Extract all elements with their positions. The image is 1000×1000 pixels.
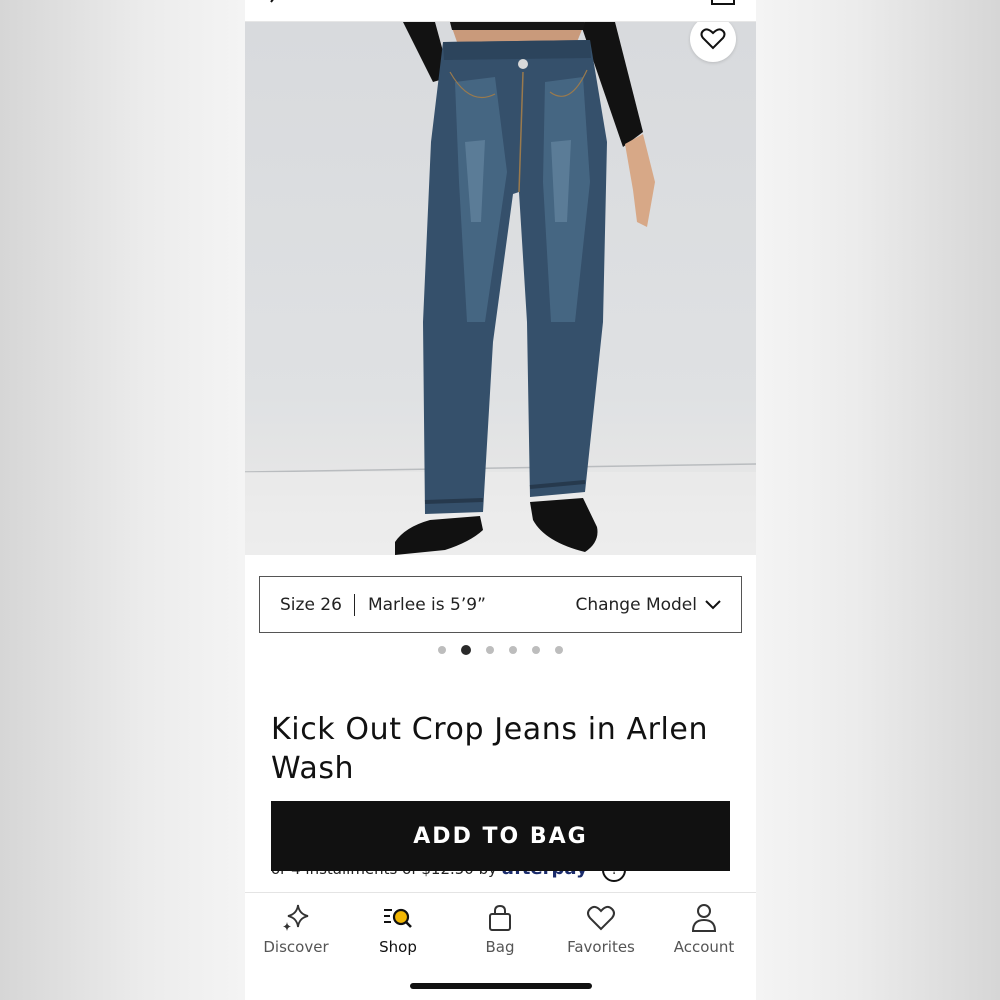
tab-account[interactable]: Account [654, 901, 754, 965]
shop-search-icon [384, 908, 412, 928]
tab-bag-label: Bag [485, 938, 515, 956]
model-info-bar: Size 26 Marlee is 5’9” Change Model [259, 576, 742, 633]
heart-outline-icon [700, 28, 726, 50]
header-bag-icon[interactable] [710, 0, 736, 6]
tab-discover[interactable]: Discover [246, 901, 346, 965]
product-photo [245, 22, 756, 555]
phone-screen: Size 26 Marlee is 5’9” Change Model Kick… [245, 0, 756, 1000]
tab-favorites[interactable]: Favorites [551, 901, 651, 965]
tab-shop[interactable]: Shop [348, 901, 448, 965]
tab-discover-label: Discover [263, 938, 329, 956]
sparkle-icon [283, 904, 309, 931]
person-icon [691, 904, 717, 932]
home-indicator [410, 983, 592, 989]
tab-bag[interactable]: Bag [450, 901, 550, 965]
back-arrow-icon[interactable] [263, 0, 279, 6]
carousel-dot[interactable] [438, 646, 446, 654]
carousel-dot[interactable] [555, 646, 563, 654]
heart-icon [587, 905, 615, 930]
change-model-label: Change Model [575, 594, 697, 615]
carousel-dot[interactable] [509, 646, 517, 654]
tab-favorites-label: Favorites [567, 938, 635, 956]
top-nav-bar [245, 0, 756, 22]
background-right [756, 0, 1000, 1000]
carousel-dot[interactable] [532, 646, 540, 654]
add-to-bag-button[interactable]: ADD TO BAG [271, 801, 730, 871]
carousel-dot[interactable] [486, 646, 494, 654]
bag-icon [489, 904, 511, 931]
tab-shop-label: Shop [379, 938, 417, 956]
carousel-dots [245, 645, 756, 655]
model-height-label: Marlee is 5’9” [367, 594, 486, 615]
change-model-button[interactable]: Change Model [575, 595, 721, 615]
carousel-dot-active[interactable] [461, 645, 471, 655]
model-size-label: Size 26 [280, 593, 355, 616]
background-left [0, 0, 245, 1000]
product-title: Kick Out Crop Jeans in Arlen Wash [271, 712, 709, 786]
chevron-down-icon [705, 599, 721, 609]
tab-account-label: Account [673, 938, 735, 956]
product-image[interactable] [245, 22, 756, 555]
